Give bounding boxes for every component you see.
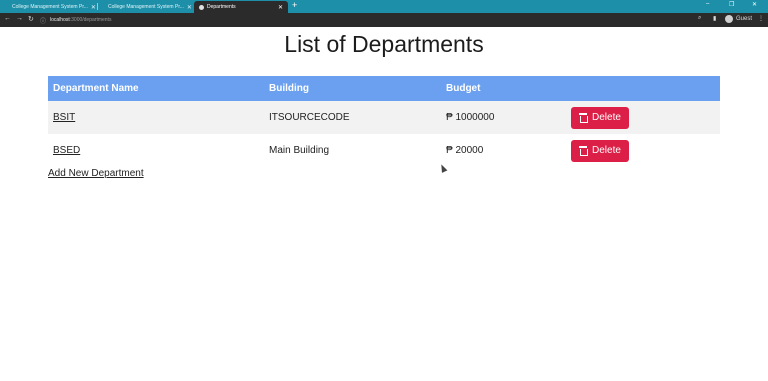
budget-cell: ₱ 1000000 — [446, 112, 495, 123]
delete-button[interactable]: Delete — [571, 139, 629, 162]
minimize-icon[interactable]: – — [706, 1, 709, 7]
page-content: List of Departments Department Name Buil… — [0, 27, 768, 381]
table-row: BSIT ITSOURCECODE ₱ 1000000 Delete — [48, 101, 720, 134]
add-department-link[interactable]: Add New Department — [48, 168, 144, 179]
trash-icon — [579, 146, 588, 156]
forward-icon[interactable]: → — [16, 15, 23, 22]
department-name-cell: BSIT — [48, 101, 264, 134]
trash-icon — [579, 113, 588, 123]
department-link[interactable]: BSIT — [53, 112, 75, 123]
browser-tab-active[interactable]: Departments ✕ — [194, 1, 288, 13]
close-tab-icon[interactable]: ✕ — [91, 4, 96, 11]
building-cell: ITSOURCECODE — [269, 112, 350, 123]
favicon-icon — [199, 4, 204, 10]
url-path: :3000/departments — [69, 17, 112, 23]
new-tab-button[interactable]: + — [292, 0, 297, 10]
reload-icon[interactable]: ↻ — [28, 15, 34, 23]
tab-title: College Management System Pr... — [12, 4, 88, 10]
browser-tab[interactable]: College Management System Pr... ✕ — [4, 1, 96, 13]
close-tab-icon[interactable]: ✕ — [187, 4, 192, 11]
profile-button[interactable]: Guest — [725, 15, 752, 23]
column-header-actions — [566, 76, 720, 101]
sidebar-icon[interactable]: ▮ — [713, 15, 716, 22]
tab-divider — [97, 3, 98, 10]
maximize-icon[interactable]: ❐ — [729, 1, 734, 8]
column-header-building: Building — [269, 83, 309, 94]
tab-title: Departments — [207, 4, 236, 10]
zoom-search-icon[interactable]: ⌕ — [698, 15, 701, 22]
column-header-budget: Budget — [446, 83, 481, 94]
table-header-row: Department Name Building Budget — [48, 76, 720, 101]
delete-label: Delete — [592, 145, 621, 156]
menu-icon[interactable]: ⋮ — [758, 15, 764, 22]
table-row: BSED Main Building ₱ 20000 Delete — [48, 134, 720, 167]
tab-title: College Management System Pr... — [108, 4, 184, 10]
department-link[interactable]: BSED — [53, 145, 80, 156]
delete-label: Delete — [592, 112, 621, 123]
building-cell: Main Building — [269, 145, 330, 156]
browser-tabbar: College Management System Pr... ✕ Colleg… — [0, 0, 768, 13]
actions-cell: Delete — [566, 134, 720, 167]
address-bar[interactable]: ⓘ localhost:3000/departments — [40, 15, 690, 25]
budget-cell: ₱ 20000 — [446, 145, 484, 156]
avatar-icon — [725, 15, 733, 23]
page-title: List of Departments — [284, 31, 484, 57]
browser-toolbar: ← → ↻ ⓘ localhost:3000/departments ⌕ ▮ G… — [0, 13, 768, 27]
site-info-icon[interactable]: ⓘ — [40, 16, 46, 25]
close-tab-icon[interactable]: ✕ — [278, 4, 283, 11]
department-name-cell: BSED — [48, 134, 264, 167]
browser-tab[interactable]: College Management System Pr... ✕ — [100, 1, 192, 13]
departments-table: Department Name Building Budget BSIT ITS… — [48, 76, 720, 167]
url-host: localhost — [50, 17, 70, 23]
back-icon[interactable]: ← — [4, 15, 11, 22]
profile-label: Guest — [736, 16, 753, 22]
actions-cell: Delete — [566, 101, 720, 134]
close-window-icon[interactable]: ✕ — [752, 1, 757, 8]
delete-button[interactable]: Delete — [571, 106, 629, 129]
column-header-department-name: Department Name — [53, 83, 139, 94]
